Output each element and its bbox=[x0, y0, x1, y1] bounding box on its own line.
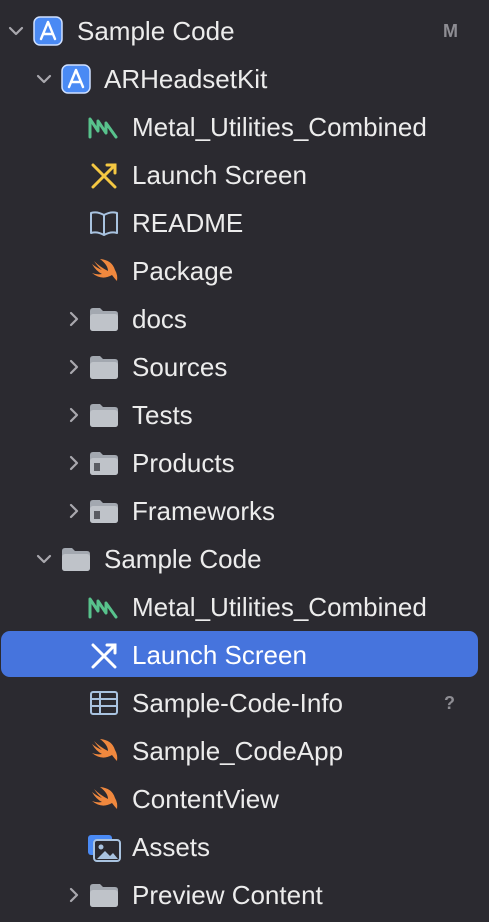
chevron-down-icon[interactable] bbox=[6, 21, 26, 41]
navigator-item-label: Metal_Utilities_Combined bbox=[132, 592, 427, 622]
xcode-project-icon bbox=[32, 15, 64, 46]
chevron-right-icon[interactable] bbox=[64, 501, 84, 521]
navigator-row-package[interactable]: Package bbox=[0, 247, 489, 295]
plist-icon bbox=[88, 689, 120, 717]
navigator-item-label: Launch Screen bbox=[132, 640, 307, 670]
navigator-row-sample-code-info[interactable]: Sample-Code-Info ? bbox=[0, 679, 489, 727]
metal-file-icon bbox=[88, 113, 120, 141]
navigator-row-preview-content[interactable]: Preview Content bbox=[0, 871, 489, 919]
chevron-right-icon[interactable] bbox=[64, 309, 84, 329]
navigator-item-label: docs bbox=[132, 304, 187, 334]
navigator-item-label: ARHeadsetKit bbox=[104, 64, 268, 94]
navigator-item-label: Metal_Utilities_Combined bbox=[132, 112, 427, 142]
navigator-row-launch-screen-selected[interactable]: Launch Screen bbox=[0, 629, 489, 677]
source-control-unversioned-badge: ? bbox=[444, 693, 455, 713]
folder-icon bbox=[88, 497, 120, 525]
navigator-row-metal-utilities[interactable]: Metal_Utilities_Combined bbox=[0, 103, 489, 151]
navigator-row-sample-codeapp[interactable]: Sample_CodeApp bbox=[0, 727, 489, 775]
folder-icon bbox=[60, 545, 92, 573]
navigator-item-label: Frameworks bbox=[132, 496, 276, 526]
xcode-project-icon bbox=[60, 63, 92, 94]
navigator-row-arheadsetkit[interactable]: ARHeadsetKit bbox=[0, 55, 489, 103]
folder-icon bbox=[88, 449, 120, 477]
navigator-row-readme[interactable]: README bbox=[0, 199, 489, 247]
navigator-row-sample-code-group[interactable]: Sample Code bbox=[0, 535, 489, 583]
navigator-row-products[interactable]: Products bbox=[0, 439, 489, 487]
swift-icon bbox=[88, 785, 120, 813]
navigator-item-label: Sample-Code-Info bbox=[132, 688, 343, 718]
navigator-row-frameworks[interactable]: Frameworks bbox=[0, 487, 489, 535]
navigator-item-label: Sample_CodeApp bbox=[132, 736, 344, 766]
navigator-row-root-project[interactable]: Sample Code M bbox=[0, 7, 489, 55]
navigator-item-label: Preview Content bbox=[132, 880, 323, 910]
navigator-item-label: ContentView bbox=[132, 784, 279, 814]
navigator-item-label: README bbox=[132, 208, 244, 238]
navigator-item-label: Launch Screen bbox=[132, 160, 307, 190]
book-icon bbox=[88, 209, 120, 237]
folder-icon bbox=[88, 881, 120, 909]
navigator-item-label: Package bbox=[132, 256, 234, 286]
chevron-right-icon[interactable] bbox=[64, 453, 84, 473]
navigator-row-docs[interactable]: docs bbox=[0, 295, 489, 343]
storyboard-icon bbox=[88, 641, 120, 669]
navigator-item-label: Sample Code bbox=[104, 544, 262, 574]
navigator-row-tests[interactable]: Tests bbox=[0, 391, 489, 439]
navigator-item-label: Sources bbox=[132, 352, 228, 382]
source-control-modified-badge: M bbox=[443, 21, 458, 41]
project-navigator: Sample Code M ARHeadsetKit Metal_Utiliti… bbox=[0, 0, 489, 922]
navigator-item-label: Sample Code bbox=[77, 16, 235, 46]
folder-icon bbox=[88, 305, 120, 333]
asset-catalog-icon bbox=[86, 831, 121, 862]
navigator-row-sources[interactable]: Sources bbox=[0, 343, 489, 391]
navigator-item-label: Assets bbox=[132, 832, 211, 862]
chevron-right-icon[interactable] bbox=[64, 405, 84, 425]
navigator-row-contentview[interactable]: ContentView bbox=[0, 775, 489, 823]
chevron-down-icon[interactable] bbox=[34, 549, 54, 569]
navigator-row-metal-utilities-2[interactable]: Metal_Utilities_Combined bbox=[0, 583, 489, 631]
chevron-right-icon[interactable] bbox=[64, 357, 84, 377]
navigator-row-launch-screen[interactable]: Launch Screen bbox=[0, 151, 489, 199]
navigator-item-label: Tests bbox=[132, 400, 193, 430]
folder-icon bbox=[88, 353, 120, 381]
chevron-down-icon[interactable] bbox=[34, 69, 54, 89]
navigator-item-label: Products bbox=[132, 448, 235, 478]
folder-icon bbox=[88, 401, 120, 429]
navigator-row-assets[interactable]: Assets bbox=[0, 823, 489, 871]
metal-file-icon bbox=[88, 593, 120, 621]
swift-icon bbox=[88, 257, 120, 285]
storyboard-icon bbox=[88, 161, 120, 189]
chevron-right-icon[interactable] bbox=[64, 885, 84, 905]
swift-icon bbox=[88, 737, 120, 765]
